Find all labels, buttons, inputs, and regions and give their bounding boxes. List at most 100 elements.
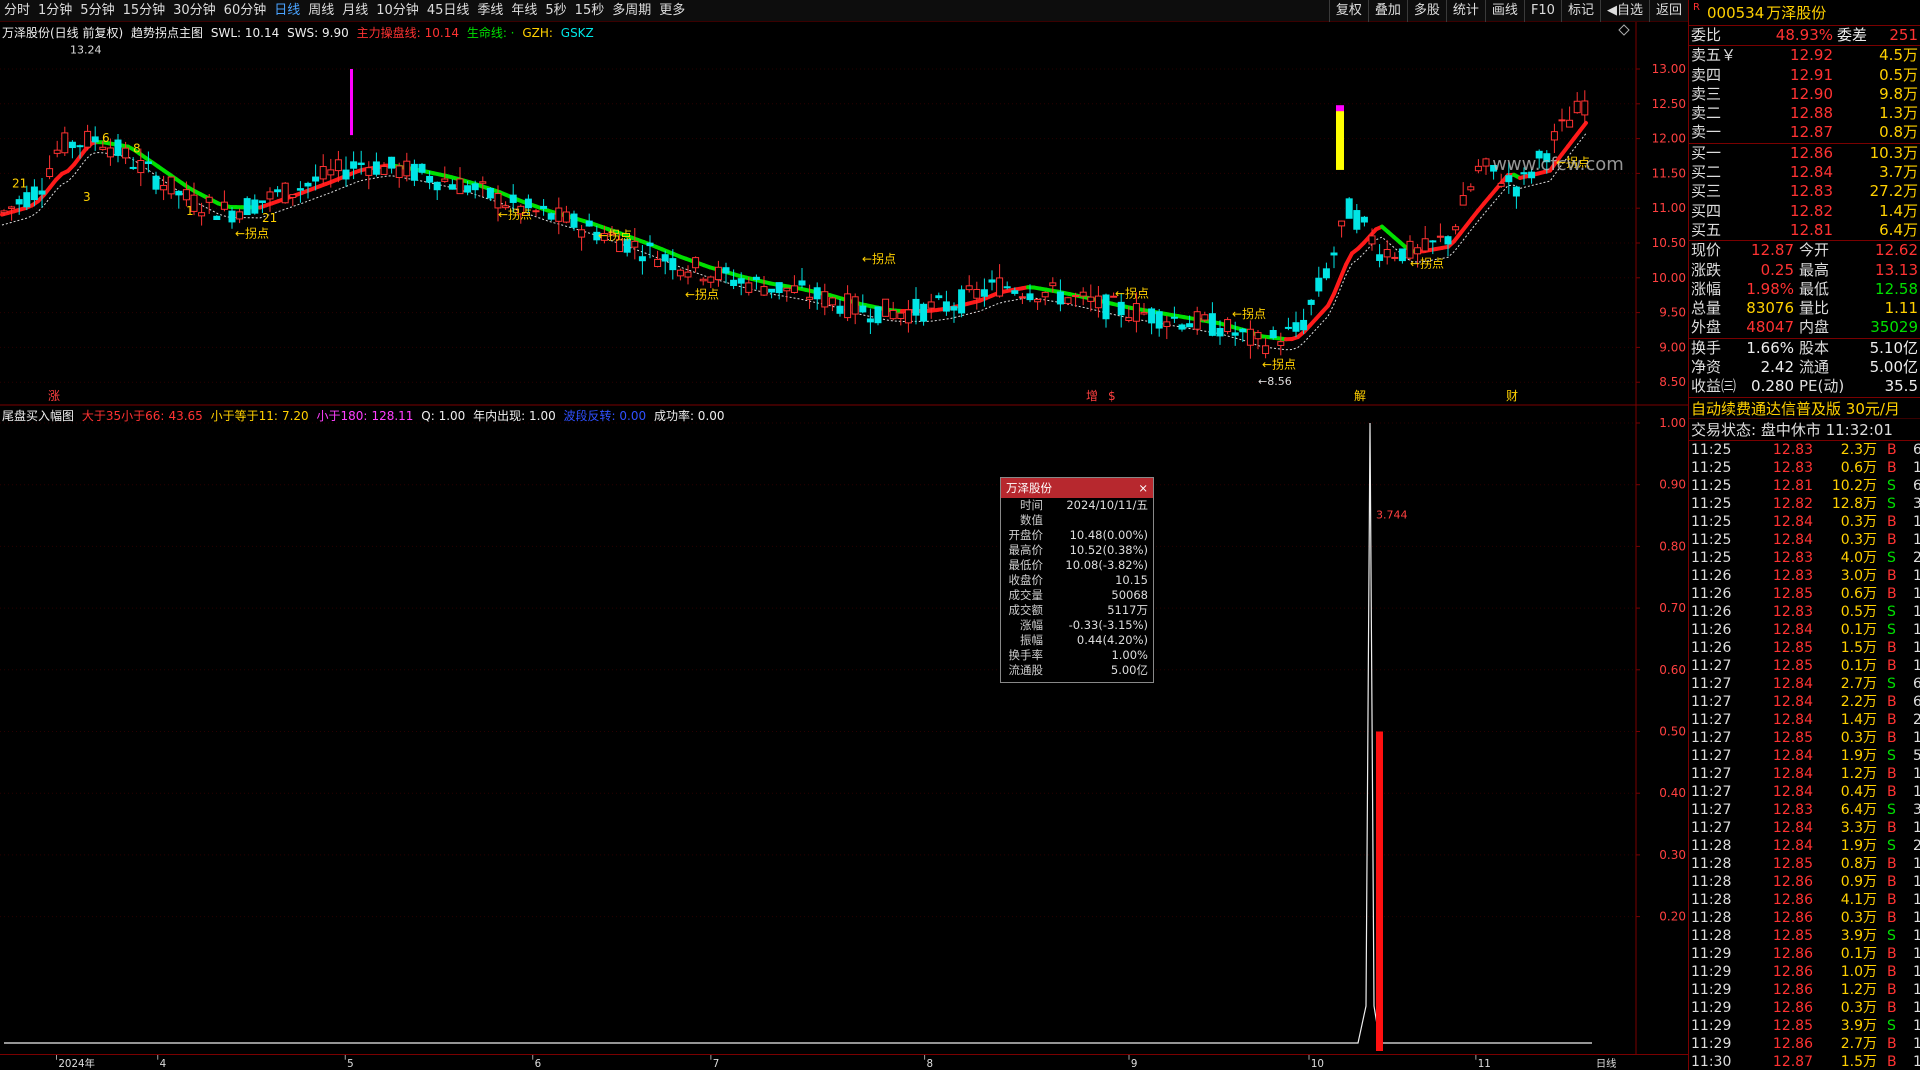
candle-body <box>1459 195 1467 206</box>
stat-value: 83076 <box>1746 299 1794 318</box>
tick-count: 1 <box>1913 729 1920 746</box>
legend-zhuli-label: 主力操盘线: <box>356 26 421 40</box>
sub-axis-label: 0.70 <box>1659 601 1686 615</box>
sub-background <box>0 406 1688 1070</box>
tab-timeframe[interactable]: 日线 <box>270 0 304 22</box>
tick-volume: 0.9万 <box>1840 873 1877 890</box>
tab-timeframe[interactable]: 月线 <box>338 0 372 22</box>
subscription-ad[interactable]: 自动续费通达信普及版 30元/月 <box>1689 396 1920 419</box>
sub-axis-label: 0.40 <box>1659 786 1686 800</box>
toolbar-button[interactable]: 多股 <box>1406 0 1446 22</box>
candle-body <box>205 196 213 203</box>
candle-body <box>699 278 707 282</box>
tab-timeframe[interactable]: 15分钟 <box>119 0 170 22</box>
tab-timeframe[interactable]: 季线 <box>473 0 507 22</box>
tab-timeframe[interactable]: 10分钟 <box>372 0 423 22</box>
tick-count: 6 <box>1913 675 1920 692</box>
candle-body <box>760 286 768 296</box>
tick-count: 1 <box>1913 1017 1920 1034</box>
candle-body <box>175 190 183 196</box>
tick-count: 1 <box>1913 909 1920 926</box>
tab-timeframe[interactable]: 45日线 <box>423 0 474 22</box>
toolbar-button[interactable]: 统计 <box>1445 0 1485 22</box>
kline-main-chart[interactable]: 13.00 12.50 12.00 11.50 11.00 10.50 10.00 9.50 9… <box>0 22 1688 406</box>
candle-body <box>418 163 426 173</box>
price-axis-label: 8.50 <box>1659 375 1686 389</box>
sub-legend-a-value: 43.65 <box>168 409 203 423</box>
tick-price: 12.84 <box>1772 675 1813 692</box>
price-axis-label: 9.50 <box>1659 306 1686 320</box>
candle-body <box>547 213 555 220</box>
candle-body <box>350 161 358 169</box>
candle-body <box>1049 282 1057 287</box>
ask-row[interactable]: 卖二 12.88 1.3万 <box>1689 104 1920 123</box>
candle-body <box>1231 332 1239 336</box>
tick-volume: 1.2万 <box>1840 765 1877 782</box>
stat-label: 外盘 <box>1691 318 1722 337</box>
stats-list-2: 换手 1.66% 股本 5.10亿 净资 2.42 流通 5.00亿 收益㈢ 0.280 PE(动)… <box>1689 337 1920 397</box>
tick-count: 1 <box>1913 585 1920 602</box>
tab-timeframe[interactable]: 周线 <box>304 0 338 22</box>
ask-row[interactable]: 卖四 12.91 0.5万 <box>1689 66 1920 85</box>
close-icon[interactable]: × <box>1138 478 1148 498</box>
candle-body <box>433 181 441 191</box>
candle-body <box>486 187 494 199</box>
tick-count: 1 <box>1913 981 1920 998</box>
tooltip-title: 万泽股份 <box>1006 481 1052 495</box>
tick-side: B <box>1887 567 1897 584</box>
tick-side: B <box>1887 963 1897 980</box>
toolbar-button[interactable]: ◀自选 <box>1599 0 1649 22</box>
tick-price: 12.86 <box>1772 873 1813 890</box>
candle-body <box>1041 291 1049 298</box>
bid-row[interactable]: 买四 12.82 1.4万 <box>1689 202 1920 221</box>
bid-row[interactable]: 买二 12.84 3.7万 <box>1689 163 1920 182</box>
candle-body <box>1155 311 1163 329</box>
candle-body <box>448 184 456 190</box>
tab-timeframe[interactable]: 更多 <box>655 0 689 22</box>
tick-time: 11:28 <box>1691 855 1732 872</box>
tick-time: 11:29 <box>1691 1035 1732 1052</box>
tab-timeframe[interactable]: 5分钟 <box>76 0 118 22</box>
tick-side: S <box>1887 495 1896 512</box>
ask-row[interactable]: 卖一 12.87 0.8万 <box>1689 123 1920 142</box>
tick-price: 12.85 <box>1772 729 1813 746</box>
tab-timeframe[interactable]: 分时 <box>0 0 34 22</box>
tab-timeframe[interactable]: 年线 <box>507 0 541 22</box>
ask-row[interactable]: 卖三 12.90 9.8万 <box>1689 85 1920 104</box>
tick-price: 12.84 <box>1772 531 1813 548</box>
sub-axis-label: 0.50 <box>1659 725 1686 739</box>
candle-body <box>1003 286 1011 289</box>
signal-number-label: 8 <box>133 142 141 156</box>
tab-timeframe[interactable]: 1分钟 <box>34 0 76 22</box>
bid-row[interactable]: 买一 12.86 10.3万 <box>1689 144 1920 163</box>
toolbar-button[interactable]: 叠加 <box>1367 0 1407 22</box>
sub-axis-label: 1.00 <box>1659 416 1686 430</box>
tick-side: B <box>1887 585 1897 602</box>
tick-volume: 2.3万 <box>1840 441 1877 458</box>
tab-timeframe[interactable]: 多周期 <box>608 0 655 22</box>
tick-price: 12.85 <box>1772 639 1813 656</box>
toolbar-button[interactable]: 标记 <box>1560 0 1600 22</box>
tab-timeframe[interactable]: 60分钟 <box>220 0 271 22</box>
tick-time: 11:28 <box>1691 873 1732 890</box>
price-axis-label: 10.00 <box>1652 271 1686 285</box>
candle-body <box>1102 294 1110 320</box>
toolbar-button[interactable]: F10 <box>1523 0 1561 22</box>
price-axis-label: 11.50 <box>1652 166 1686 180</box>
sub-indicator-chart[interactable]: 1.00 0.90 0.80 0.70 0.60 0.50 0.40 0.30 0.20 3.74… <box>0 406 1688 1070</box>
candle-body <box>1170 316 1178 319</box>
toolbar-button[interactable]: 画线 <box>1484 0 1524 22</box>
tab-timeframe[interactable]: 5秒 <box>541 0 570 22</box>
bid-row[interactable]: 买五 12.81 6.4万 <box>1689 221 1920 240</box>
ask-row[interactable]: 卖五￥ 12.92 4.5万 <box>1689 46 1920 65</box>
toolbar-button[interactable]: 返回 <box>1648 0 1688 22</box>
tick-volume: 0.8万 <box>1840 855 1877 872</box>
tab-timeframe[interactable]: 15秒 <box>571 0 609 22</box>
tab-timeframe[interactable]: 30分钟 <box>169 0 220 22</box>
candle-body <box>1056 291 1064 305</box>
order-price: 12.81 <box>1790 220 1833 239</box>
toolbar-button[interactable]: 复权 <box>1328 0 1368 22</box>
sub-axis-label: 0.80 <box>1659 539 1686 553</box>
bid-row[interactable]: 买三 12.83 27.2万 <box>1689 182 1920 201</box>
order-price: 12.82 <box>1790 201 1833 220</box>
